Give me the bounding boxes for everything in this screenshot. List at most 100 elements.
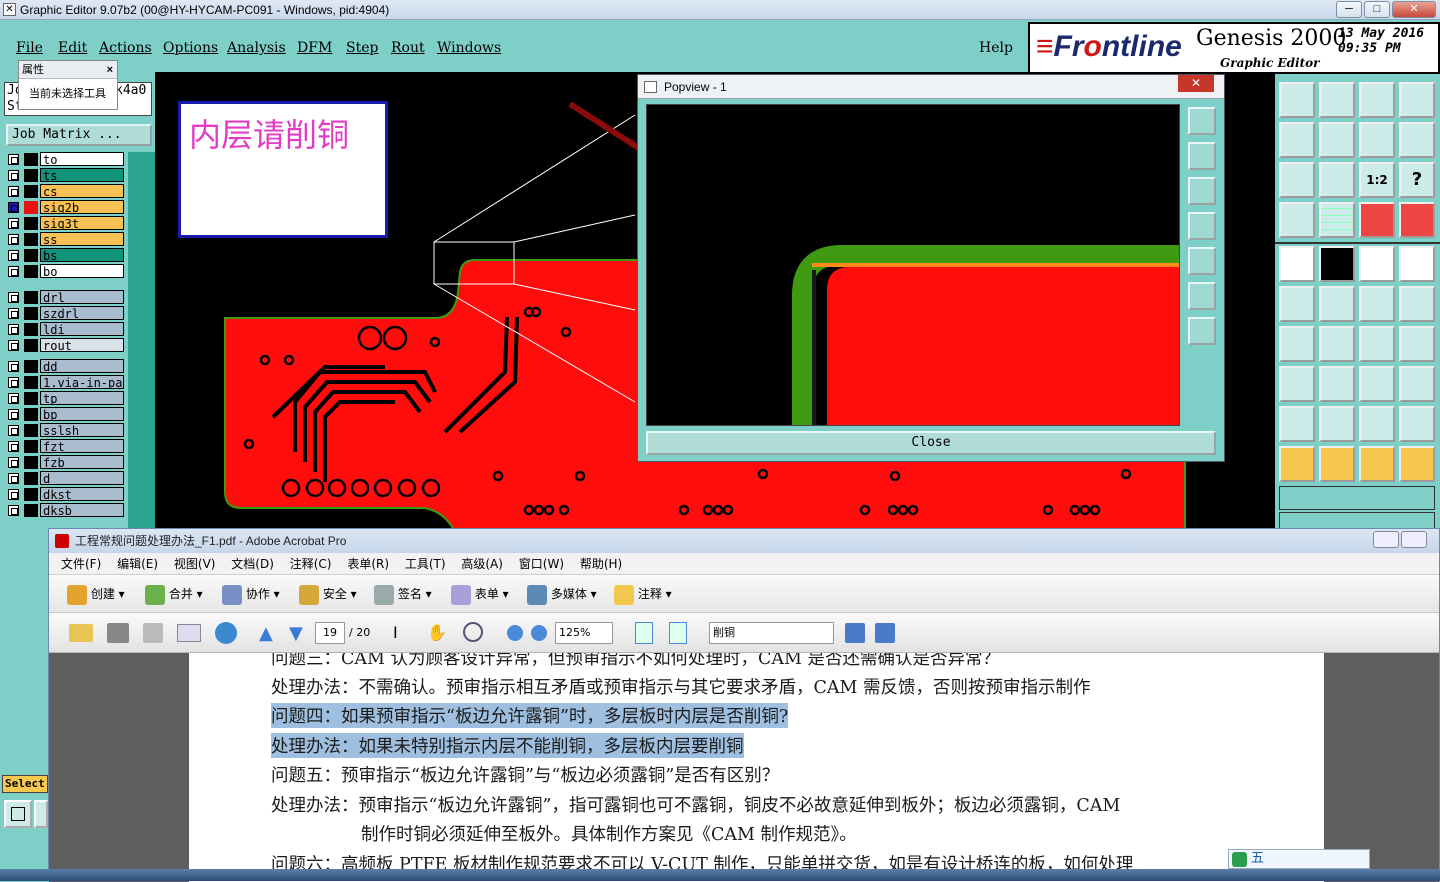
tool-pointer-2-icon[interactable] <box>1319 446 1355 482</box>
layer-row-d[interactable]: d <box>6 471 124 486</box>
acro-menu-tools[interactable]: 工具(T) <box>405 557 446 571</box>
layer-checkbox[interactable] <box>8 170 19 181</box>
tool-right-icon[interactable] <box>1319 122 1355 158</box>
layer-checkbox[interactable] <box>8 154 19 165</box>
tool-down-icon[interactable] <box>1319 82 1355 118</box>
layer-checkbox[interactable] <box>8 234 19 245</box>
forms-button[interactable]: 表单 ▾ <box>451 575 509 613</box>
menu-actions[interactable]: Actions <box>99 40 152 56</box>
acro-menu-file[interactable]: 文件(F) <box>61 557 101 571</box>
layer-row-rout[interactable]: rout <box>6 338 124 353</box>
layer-checkbox[interactable] <box>8 441 19 452</box>
tool-pad-icon[interactable] <box>1279 246 1315 282</box>
tool-line-icon[interactable] <box>1319 326 1355 362</box>
acrobat-maximize-button[interactable] <box>1401 531 1427 548</box>
tool-pointer-1-icon[interactable] <box>1279 446 1315 482</box>
menu-step[interactable]: Step <box>346 40 378 56</box>
zoom-tool-icon[interactable] <box>463 622 483 642</box>
layer-row-tp[interactable]: tp <box>6 391 124 406</box>
job-matrix-button[interactable]: Job Matrix ... <box>6 124 152 146</box>
popview-close-button[interactable]: Close <box>646 431 1216 455</box>
layer-row-bo[interactable]: bo <box>6 264 124 279</box>
layer-row-ts[interactable]: ts <box>6 168 124 183</box>
tool-left-icon[interactable] <box>1279 122 1315 158</box>
layer-checkbox[interactable] <box>8 505 19 516</box>
zoom-out-icon[interactable] <box>507 625 523 641</box>
layer-checkbox[interactable] <box>8 457 19 468</box>
tool-layer-b-icon[interactable] <box>1399 202 1435 238</box>
popview-zoom-view[interactable] <box>646 104 1180 426</box>
acro-menu-window[interactable]: 窗口(W) <box>519 557 564 571</box>
zoom-in-icon[interactable] <box>531 625 547 641</box>
text-select-icon[interactable]: I <box>393 623 398 642</box>
layer-checkbox[interactable] <box>8 266 19 277</box>
layer-checkbox[interactable] <box>8 393 19 404</box>
select-tool-button-2[interactable] <box>34 800 48 828</box>
layer-checkbox[interactable] <box>8 308 19 319</box>
popview-tool-2[interactable] <box>1188 142 1216 170</box>
tool-grid-icon[interactable] <box>1319 202 1355 238</box>
layer-row-fzt[interactable]: fzt <box>6 439 124 454</box>
tool-minus-icon[interactable] <box>1319 366 1355 402</box>
layer-checkbox[interactable] <box>8 324 19 335</box>
layer-checkbox[interactable] <box>8 202 19 213</box>
maximize-button[interactable]: □ <box>1364 1 1390 18</box>
tool-pointer-4-icon[interactable] <box>1399 446 1435 482</box>
popview-tool-3[interactable] <box>1188 177 1216 205</box>
tool-house-icon[interactable] <box>1359 82 1395 118</box>
acro-menu-view[interactable]: 视图(V) <box>174 557 216 571</box>
tool-tri-3-icon[interactable] <box>1359 406 1395 442</box>
popview-tool-4[interactable] <box>1188 212 1216 240</box>
layer-row-fzb[interactable]: fzb <box>6 455 124 470</box>
tool-mirror-icon[interactable] <box>1359 122 1395 158</box>
multimedia-button[interactable]: 多媒体 ▾ <box>527 575 597 613</box>
layer-row-ss[interactable]: ss <box>6 232 124 247</box>
layer-checkbox[interactable] <box>8 218 19 229</box>
document-viewport[interactable]: 问题三：CAM 认为顾客设计异常，但预审指示不如何处理时，CAM 是否还需确认是… <box>49 653 1439 882</box>
tool-tri-2-icon[interactable] <box>1319 406 1355 442</box>
tool-pad-2-icon[interactable] <box>1279 366 1315 402</box>
combine-button[interactable]: 合并 ▾ <box>145 575 203 613</box>
tool-frame-icon[interactable] <box>1399 82 1435 118</box>
page-number-input[interactable]: 19 <box>315 622 345 644</box>
open-folder-icon[interactable] <box>69 624 93 642</box>
menu-analysis[interactable]: Analysis <box>227 40 286 56</box>
fit-page-icon[interactable] <box>669 622 687 644</box>
tool-pointer-3-icon[interactable] <box>1359 446 1395 482</box>
tool-scale-icon[interactable]: 1:2 <box>1359 162 1395 198</box>
popview-tool-6[interactable] <box>1188 282 1216 310</box>
print-icon[interactable] <box>107 623 129 643</box>
tool-cross-icon[interactable] <box>1319 286 1355 322</box>
find-prev-icon[interactable] <box>845 623 865 643</box>
tool-question-icon[interactable]: ? <box>1399 162 1435 198</box>
save-icon[interactable] <box>143 623 163 643</box>
popview-close-icon[interactable]: ✕ <box>1178 75 1214 92</box>
tool-fit-icon[interactable] <box>1279 162 1315 198</box>
layer-checkbox[interactable] <box>8 361 19 372</box>
layer-checkbox[interactable] <box>8 409 19 420</box>
menu-file[interactable]: File <box>16 40 43 56</box>
layer-checkbox[interactable] <box>8 292 19 303</box>
tool-tri-4-icon[interactable] <box>1399 406 1435 442</box>
tool-s-icon[interactable] <box>1399 122 1435 158</box>
layer-checkbox[interactable] <box>8 425 19 436</box>
tool-node-icon[interactable] <box>1279 286 1315 322</box>
acro-menu-comments[interactable]: 注释(C) <box>290 557 332 571</box>
tool-settings-icon[interactable] <box>1279 202 1315 238</box>
layer-row-sig2b[interactable]: sig2b <box>6 200 124 215</box>
layer-row-drl[interactable]: drl <box>6 290 124 305</box>
tool-connect-icon[interactable] <box>1359 286 1395 322</box>
tool-connect-2-icon[interactable] <box>1399 286 1435 322</box>
layer-row-bs[interactable]: bs <box>6 248 124 263</box>
menu-dfm[interactable]: DFM <box>297 40 332 56</box>
tool-box-icon[interactable] <box>1359 366 1395 402</box>
comment-button[interactable]: 注释 ▾ <box>614 575 672 613</box>
menu-rout[interactable]: Rout <box>391 40 425 56</box>
layer-row-ldi[interactable]: ldi <box>6 322 124 337</box>
acro-menu-forms[interactable]: 表单(R) <box>347 557 389 571</box>
menu-windows[interactable]: Windows <box>437 40 501 56</box>
hand-icon[interactable]: ✋ <box>427 623 447 642</box>
layer-row-sslsh[interactable]: sslsh <box>6 423 124 438</box>
create-button[interactable]: 创建 ▾ <box>67 575 125 613</box>
tool-layer-a-icon[interactable] <box>1359 202 1395 238</box>
